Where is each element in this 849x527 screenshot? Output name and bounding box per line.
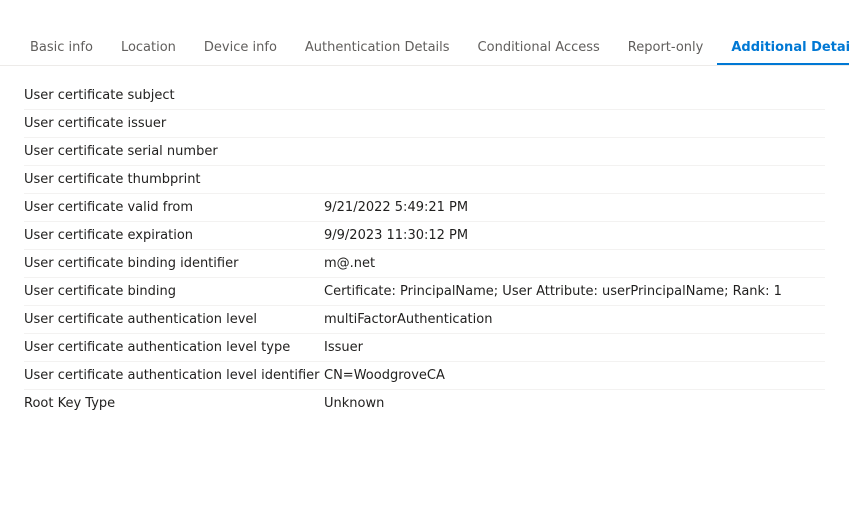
detail-label: User certificate valid from — [24, 200, 324, 215]
detail-label: User certificate thumbprint — [24, 172, 324, 187]
tab-location[interactable]: Location — [107, 32, 190, 65]
table-row: User certificate thumbprint — [24, 166, 825, 194]
table-row: User certificate expiration9/9/2023 11:3… — [24, 222, 825, 250]
detail-label: User certificate serial number — [24, 144, 324, 159]
table-row: Root Key TypeUnknown — [24, 390, 825, 417]
tab-report-only[interactable]: Report-only — [614, 32, 718, 65]
panel-header — [0, 0, 849, 32]
tab-authentication-details[interactable]: Authentication Details — [291, 32, 464, 65]
table-row: User certificate issuer — [24, 110, 825, 138]
table-row: User certificate binding identifierm@.ne… — [24, 250, 825, 278]
table-row: User certificate subject — [24, 82, 825, 110]
tab-device-info[interactable]: Device info — [190, 32, 291, 65]
detail-label: User certificate subject — [24, 88, 324, 103]
detail-value: Issuer — [324, 340, 825, 355]
table-row: User certificate serial number — [24, 138, 825, 166]
detail-label: User certificate issuer — [24, 116, 324, 131]
detail-label: User certificate expiration — [24, 228, 324, 243]
tab-basic-info[interactable]: Basic info — [16, 32, 107, 65]
detail-label: User certificate binding — [24, 284, 324, 299]
detail-value: CN=WoodgroveCA — [324, 368, 825, 383]
detail-label: User certificate authentication level ty… — [24, 340, 324, 355]
activity-details-panel: Basic infoLocationDevice infoAuthenticat… — [0, 0, 849, 527]
panel-body: User certificate subject User certificate… — [0, 66, 849, 527]
table-row: User certificate bindingCertificate: Pri… — [24, 278, 825, 306]
tab-bar: Basic infoLocationDevice infoAuthenticat… — [0, 32, 849, 66]
detail-label: User certificate binding identifier — [24, 256, 324, 271]
table-row: User certificate valid from9/21/2022 5:4… — [24, 194, 825, 222]
table-row: User certificate authentication level id… — [24, 362, 825, 390]
detail-label: User certificate authentication level id… — [24, 368, 324, 383]
detail-value: m@.net — [324, 256, 825, 271]
detail-value: 9/21/2022 5:49:21 PM — [324, 200, 825, 215]
table-row: User certificate authentication levelmul… — [24, 306, 825, 334]
detail-value: Certificate: PrincipalName; User Attribu… — [324, 284, 825, 299]
table-row: User certificate authentication level ty… — [24, 334, 825, 362]
tab-conditional-access[interactable]: Conditional Access — [464, 32, 614, 65]
detail-value: Unknown — [324, 396, 825, 411]
detail-label: User certificate authentication level — [24, 312, 324, 327]
detail-value: multiFactorAuthentication — [324, 312, 825, 327]
close-button[interactable] — [817, 18, 825, 22]
detail-label: Root Key Type — [24, 396, 324, 411]
detail-value: 9/9/2023 11:30:12 PM — [324, 228, 825, 243]
tab-additional-details[interactable]: Additional Details — [717, 32, 849, 65]
